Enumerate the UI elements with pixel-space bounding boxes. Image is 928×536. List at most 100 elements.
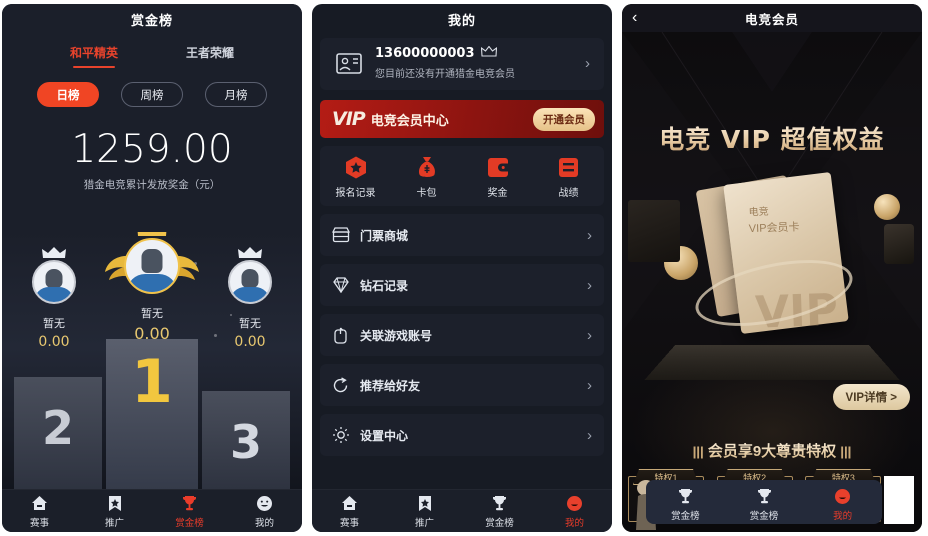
smiley-icon bbox=[537, 493, 612, 513]
coin-icon bbox=[874, 194, 900, 220]
vip-card-line2: VIP会员卡 bbox=[748, 221, 800, 236]
period-chip-monthly[interactable]: 月榜 bbox=[205, 82, 267, 107]
quick-action-row: 报名记录 卡包 奖金 战绩 bbox=[320, 146, 604, 206]
quick-action-records[interactable]: 战绩 bbox=[533, 155, 604, 199]
bottom-nav: 赛事 推广 赏金榜 我的 bbox=[312, 489, 612, 532]
back-arrow-icon[interactable]: ‹ bbox=[632, 9, 637, 27]
nav-item-promotion[interactable]: 推广 bbox=[387, 493, 462, 529]
bookmark-star-icon bbox=[77, 493, 152, 513]
vip-center-banner[interactable]: VIP 电竞会员中心 开通会员 bbox=[320, 100, 604, 138]
link-account-icon bbox=[332, 326, 350, 344]
page-title: 赏金榜 bbox=[2, 4, 302, 34]
user-profile-row[interactable]: 13600000003 您目前还没有开通猎金电竞会员 › bbox=[320, 38, 604, 90]
nav-item-promotion[interactable]: 推广 bbox=[77, 493, 152, 529]
avatar bbox=[228, 260, 272, 304]
nav-item-mine[interactable]: 我的 bbox=[803, 486, 882, 522]
podium-winners: 暂无 0.00 暂无 0.00 暂无 0.00 bbox=[2, 232, 302, 350]
nav-label: 赏金榜 bbox=[175, 518, 204, 529]
winner-score: 0.00 bbox=[134, 324, 170, 343]
podium-block-1: 1 bbox=[106, 339, 198, 489]
winner-name: 暂无 bbox=[239, 318, 261, 330]
overlay-white-block bbox=[884, 476, 914, 524]
menu-item-diamond-records[interactable]: 钻石记录 › bbox=[320, 264, 604, 306]
nav-label: 推广 bbox=[104, 518, 124, 529]
winner-score: 0.00 bbox=[234, 334, 266, 350]
quick-action-label: 卡包 bbox=[416, 188, 437, 199]
vip-hero-title: 电竞 VIP 超值权益 bbox=[622, 120, 922, 156]
store-icon bbox=[332, 226, 350, 244]
user-phone: 13600000003 bbox=[375, 46, 475, 61]
nav-item-bounty-rank-2[interactable]: 赏金榜 bbox=[725, 486, 804, 522]
quick-action-signup-records[interactable]: 报名记录 bbox=[320, 155, 391, 199]
wallet-icon bbox=[462, 155, 533, 179]
chevron-right-icon: › bbox=[587, 326, 592, 344]
gift-box-decoration bbox=[628, 200, 680, 262]
quick-action-card-pack[interactable]: 卡包 bbox=[391, 155, 462, 199]
mine-header-title: 我的 bbox=[447, 12, 476, 28]
avatar-head bbox=[241, 269, 259, 288]
vip-hero-section: 电竞 VIP 超值权益 电竞 VIP会员卡 VIP VIP详情 > ||| 会员… bbox=[622, 32, 922, 532]
quick-action-bonus[interactable]: 奖金 bbox=[462, 155, 533, 199]
menu-item-link-game-account[interactable]: 关联游戏账号 › bbox=[320, 314, 604, 356]
nav-label: 我的 bbox=[833, 511, 853, 522]
game-tab-honor-of-kings[interactable]: 王者荣耀 bbox=[186, 44, 234, 68]
winner-name: 暂无 bbox=[141, 308, 163, 320]
nav-label: 我的 bbox=[254, 518, 274, 529]
menu-item-label: 钻石记录 bbox=[360, 278, 409, 293]
nav-label: 赛事 bbox=[29, 518, 49, 529]
nav-item-events[interactable]: 赛事 bbox=[312, 493, 387, 529]
nav-item-bounty-rank[interactable]: 赏金榜 bbox=[646, 486, 725, 522]
nav-item-mine[interactable]: 我的 bbox=[537, 493, 612, 529]
podium-blocks: 2 1 3 bbox=[2, 329, 302, 489]
diamond-icon bbox=[332, 276, 350, 294]
menu-item-label: 设置中心 bbox=[360, 428, 409, 443]
podium-winner-3[interactable]: 暂无 0.00 bbox=[201, 247, 299, 350]
nav-label: 我的 bbox=[564, 518, 584, 529]
podium-block-3: 3 bbox=[202, 391, 290, 489]
avatar-holder bbox=[32, 247, 76, 309]
game-tab-label: 和平精英 bbox=[69, 46, 118, 60]
nav-item-bounty-rank[interactable]: 赏金榜 bbox=[462, 493, 537, 529]
nav-item-mine[interactable]: 我的 bbox=[227, 493, 302, 529]
page-title: 我的 bbox=[312, 4, 612, 34]
menu-item-ticket-store[interactable]: 门票商城 › bbox=[320, 214, 604, 256]
menu-item-settings-center[interactable]: 设置中心 › bbox=[320, 414, 604, 456]
bottom-nav: 赛事 推广 赏金榜 我的 bbox=[2, 489, 302, 532]
nav-item-bounty-rank[interactable]: 赏金榜 bbox=[152, 493, 227, 529]
period-chip-daily[interactable]: 日榜 bbox=[37, 82, 99, 107]
nav-item-events[interactable]: 赛事 bbox=[2, 493, 77, 529]
gear-icon bbox=[332, 426, 350, 444]
avatar-body bbox=[127, 274, 177, 292]
chevron-right-icon: › bbox=[585, 54, 590, 72]
mug-decoration bbox=[884, 224, 914, 264]
period-chip-label: 日榜 bbox=[56, 89, 80, 102]
vip-detail-button[interactable]: VIP详情 > bbox=[832, 384, 910, 410]
podium-winner-1[interactable]: 暂无 0.00 bbox=[103, 232, 201, 343]
menu-item-refer-friend[interactable]: 推荐给好友 › bbox=[320, 364, 604, 406]
quick-action-label: 战绩 bbox=[558, 188, 579, 199]
period-chip-label: 周榜 bbox=[140, 89, 164, 102]
period-chip-weekly[interactable]: 周榜 bbox=[121, 82, 183, 107]
podium-winner-2[interactable]: 暂无 0.00 bbox=[5, 247, 103, 350]
avatar-holder bbox=[105, 232, 199, 299]
podium-rank-number: 1 bbox=[131, 347, 173, 417]
game-tab-bar: 和平精英 王者荣耀 bbox=[2, 34, 302, 68]
privilege-bars-right: ||| bbox=[840, 444, 852, 459]
open-membership-button[interactable]: 开通会员 bbox=[533, 107, 595, 131]
period-chip-label: 月榜 bbox=[224, 89, 248, 102]
vip-page-header: ‹ 电竞会员 bbox=[622, 4, 922, 32]
menu-item-label: 门票商城 bbox=[360, 228, 409, 243]
chevron-right-icon: › bbox=[587, 226, 592, 244]
quick-action-label: 报名记录 bbox=[335, 188, 376, 199]
podium-section: 2 1 3 暂无 0.00 暂无 0.00 暂无 0.00 bbox=[2, 232, 302, 489]
nav-label: 推广 bbox=[414, 518, 434, 529]
bookmark-star-icon bbox=[387, 493, 462, 513]
game-tab-peace-elite[interactable]: 和平精英 bbox=[70, 44, 118, 68]
avatar bbox=[32, 260, 76, 304]
chevron-right-icon: › bbox=[587, 276, 592, 294]
overlay-bottom-nav: 赏金榜 赏金榜 我的 bbox=[646, 480, 882, 524]
vip-header-title: 电竞会员 bbox=[744, 12, 799, 27]
nav-label: 赛事 bbox=[339, 518, 359, 529]
avatar-body bbox=[34, 287, 74, 302]
user-text-block: 13600000003 您目前还没有开通猎金电竞会员 bbox=[375, 45, 585, 80]
